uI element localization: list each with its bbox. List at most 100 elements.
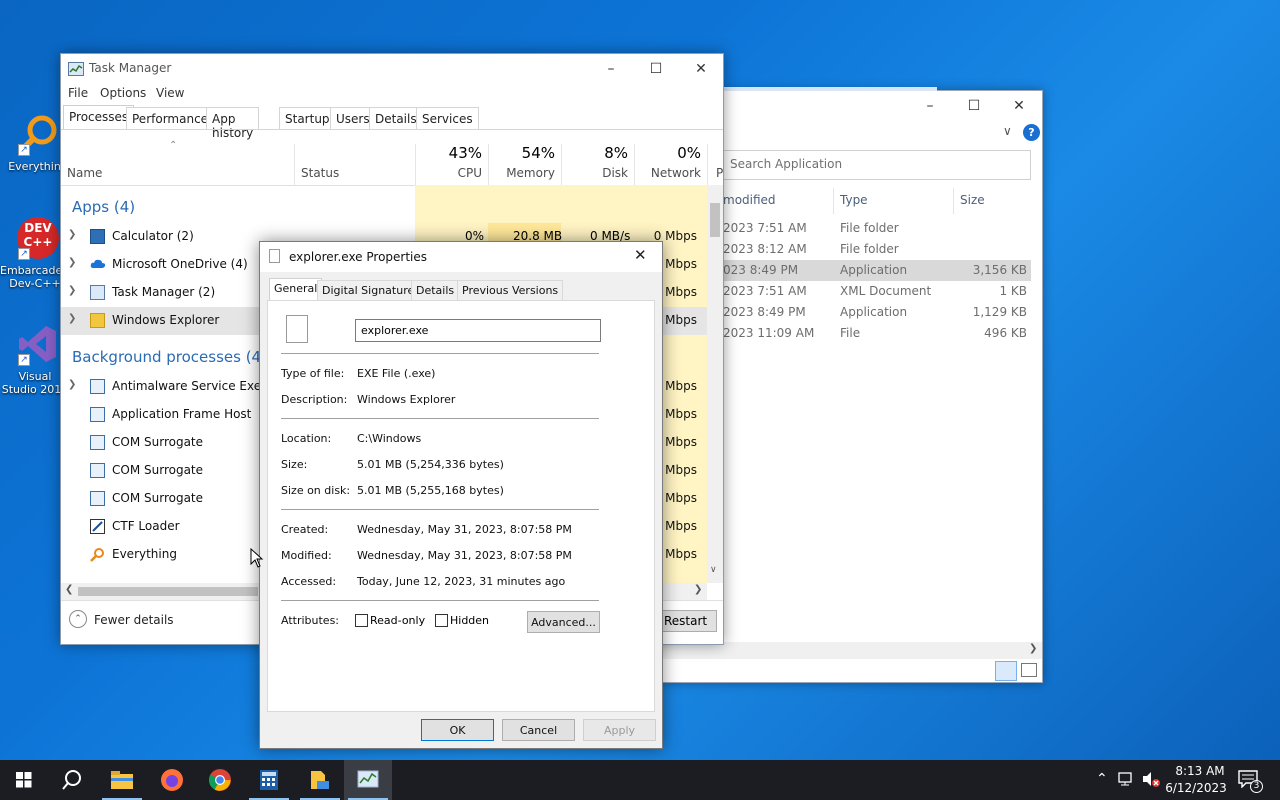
process-name: COM Surrogate (112, 435, 204, 449)
divider (281, 418, 599, 419)
taskbar-file-explorer[interactable] (98, 760, 146, 800)
shortcut-arrow-icon: ↗ (18, 354, 30, 366)
restart-button[interactable]: Restart (657, 610, 717, 632)
minimize-button[interactable]: – (907, 91, 953, 121)
cancel-button[interactable]: Cancel (502, 719, 575, 741)
fewer-details-link[interactable]: Fewer details (94, 613, 174, 627)
app-window-icon (90, 463, 105, 478)
tab-performance[interactable]: Performance (126, 107, 215, 129)
help-icon[interactable]: ? (1023, 124, 1040, 141)
tab-processes[interactable]: Processes (63, 105, 135, 129)
clock-date[interactable]: 6/12/2023 (1164, 781, 1228, 795)
expand-chevron-icon[interactable]: ❯ (68, 313, 76, 324)
close-button[interactable]: ✕ (678, 54, 724, 84)
description-value: Windows Explorer (357, 393, 456, 406)
menu-view[interactable]: View (156, 86, 184, 100)
tab-app-history[interactable]: App history (206, 107, 260, 140)
file-type: File folder (840, 242, 899, 256)
collapse-circle-icon[interactable]: ⌃ (69, 610, 87, 628)
tab-digital-signatures[interactable]: Digital Signatures (317, 280, 425, 300)
column-name[interactable]: Name (67, 166, 102, 180)
folder-icon (111, 771, 133, 789)
maximize-button[interactable]: ☐ (633, 54, 679, 84)
details-view-icon[interactable] (995, 661, 1017, 681)
readonly-label[interactable]: Read-only (370, 614, 425, 627)
scroll-left-arrow-icon[interactable]: ❮ (65, 584, 73, 595)
chrome-icon (209, 769, 231, 791)
menu-file[interactable]: File (68, 86, 88, 100)
expand-chevron-icon[interactable]: ❯ (68, 379, 76, 390)
tab-previous-versions[interactable]: Previous Versions (457, 280, 564, 300)
file-row[interactable]: 2023 11:09 AM File 496 KB (723, 323, 1031, 344)
menu-options[interactable]: Options (100, 86, 146, 100)
scroll-right-arrow-icon[interactable]: ❯ (1029, 643, 1037, 654)
column-status[interactable]: Status (301, 166, 339, 180)
process-name: CTF Loader (112, 519, 180, 533)
file-date: 2023 7:51 AM (723, 284, 807, 298)
taskbar-chrome[interactable] (196, 760, 244, 800)
column-size[interactable]: Size (960, 193, 985, 207)
close-button[interactable]: ✕ (996, 91, 1042, 121)
hidden-checkbox[interactable] (435, 614, 448, 627)
file-row[interactable]: 2023 7:51 AM XML Document 1 KB (723, 281, 1031, 302)
search-button[interactable] (48, 760, 96, 800)
maximize-button[interactable]: ☐ (951, 91, 997, 121)
scrollbar-thumb[interactable] (710, 203, 720, 237)
vertical-scrollbar[interactable]: ∨ (707, 185, 723, 583)
tab-services[interactable]: Services (416, 107, 479, 129)
explorer-top-edge (721, 87, 937, 91)
ok-button[interactable]: OK (421, 719, 494, 741)
show-hidden-icons-chevron[interactable]: ⌃ (1096, 771, 1108, 787)
modified-label: Modified: (281, 549, 332, 562)
cpu-percent: 43% (448, 144, 482, 162)
close-button[interactable]: ✕ (634, 246, 647, 264)
minimize-button[interactable]: – (588, 54, 634, 84)
column-date-modified[interactable]: modified (723, 193, 776, 207)
taskbar-calculator[interactable] (245, 760, 293, 800)
shortcut-arrow-icon: ↗ (18, 248, 30, 260)
volume-muted-icon[interactable] (1141, 771, 1161, 790)
ribbon-expand-icon[interactable]: ∨ (1003, 124, 1012, 138)
file-row[interactable]: 2023 8:12 AM File folder (723, 239, 1031, 260)
tab-details[interactable]: Details (369, 107, 423, 129)
readonly-checkbox[interactable] (355, 614, 368, 627)
network-percent: 0% (677, 144, 701, 162)
expand-chevron-icon[interactable]: ❯ (68, 285, 76, 296)
devcpp-icon: DEV C++ ↗ (16, 216, 60, 260)
tab-general[interactable]: General (269, 278, 323, 301)
advanced-button[interactable]: Advanced... (527, 611, 600, 633)
start-button[interactable] (0, 760, 48, 800)
network-icon[interactable] (1118, 771, 1136, 790)
file-row[interactable]: 2023 8:49 PM Application 1,129 KB (723, 302, 1031, 323)
expand-chevron-icon[interactable]: ❯ (68, 257, 76, 268)
taskbar-firefox[interactable] (148, 760, 196, 800)
taskbar-task-manager[interactable] (344, 760, 392, 800)
search-input[interactable]: Search Application (723, 150, 1031, 180)
column-power[interactable]: P (716, 166, 723, 180)
taskbar-explorer-window[interactable] (296, 760, 344, 800)
scroll-right-arrow-icon[interactable]: ❯ (694, 584, 702, 595)
large-icons-view-icon[interactable] (1021, 663, 1037, 677)
tab-startup[interactable]: Startup (279, 107, 336, 129)
column-disk[interactable]: Disk (561, 166, 628, 180)
filename-input[interactable]: explorer.exe (355, 319, 601, 342)
apply-button[interactable]: Apply (583, 719, 656, 741)
clock-time[interactable]: 8:13 AM (1172, 764, 1228, 778)
file-date: 2023 7:51 AM (723, 221, 807, 235)
hidden-label[interactable]: Hidden (450, 614, 489, 627)
apps-group-header: Apps (4) (72, 198, 136, 216)
scrollbar-thumb[interactable] (78, 587, 258, 596)
scroll-down-arrow-icon[interactable]: ∨ (710, 565, 717, 575)
column-memory[interactable]: Memory (488, 166, 555, 180)
expand-chevron-icon[interactable]: ❯ (68, 229, 76, 240)
column-network[interactable]: Network (634, 166, 701, 180)
file-date: 2023 8:12 AM (723, 242, 807, 256)
divider (281, 353, 599, 354)
tab-details[interactable]: Details (411, 280, 460, 300)
file-row[interactable]: 2023 7:51 AM File folder (723, 218, 1031, 239)
properties-dialog[interactable]: explorer.exe Properties ✕ General Digita… (259, 241, 663, 749)
file-row-selected[interactable]: 023 8:49 PM Application 3,156 KB (723, 260, 1031, 281)
column-type[interactable]: Type (840, 193, 868, 207)
folder-doc-icon (311, 771, 329, 789)
column-cpu[interactable]: CPU (415, 166, 482, 180)
